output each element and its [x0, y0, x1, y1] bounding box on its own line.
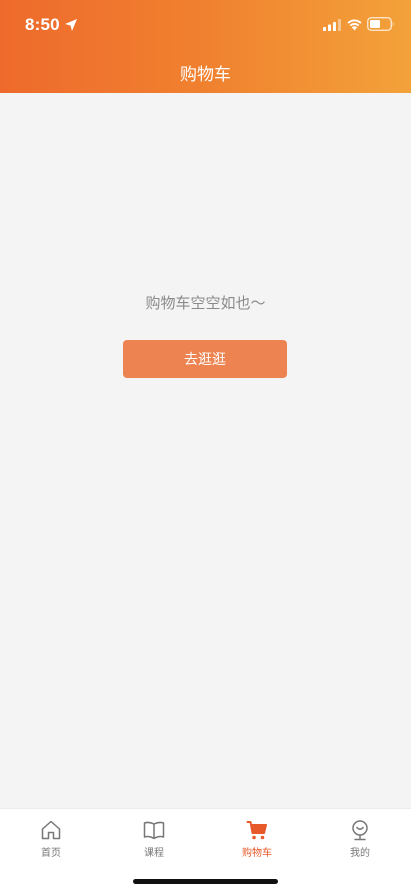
profile-icon: [352, 820, 368, 841]
tab-cart[interactable]: 购物车: [206, 819, 308, 859]
tab-courses-label: 课程: [144, 848, 164, 859]
battery-icon: [367, 17, 394, 31]
home-indicator[interactable]: [133, 879, 278, 884]
tab-cart-label: 购物车: [242, 848, 272, 859]
tab-profile[interactable]: 我的: [309, 819, 411, 859]
tab-profile-label: 我的: [350, 848, 370, 859]
empty-cart-message: 购物车空空如也～: [145, 294, 266, 312]
location-arrow-icon: [65, 19, 77, 31]
home-icon: [41, 820, 61, 840]
status-bar: 8:50: [0, 0, 411, 50]
tab-courses[interactable]: 课程: [103, 819, 205, 859]
status-time: 8:50: [25, 15, 60, 34]
wifi-icon: [347, 19, 362, 31]
book-icon: [143, 821, 165, 840]
go-shopping-button[interactable]: 去逛逛: [123, 340, 287, 378]
header: 8:50 购物车: [0, 0, 411, 93]
cellular-signal-icon: [323, 19, 341, 31]
tab-home[interactable]: 首页: [0, 819, 102, 859]
page-title: 购物车: [180, 65, 231, 85]
cart-icon: [246, 821, 267, 840]
tab-home-label: 首页: [41, 848, 61, 859]
